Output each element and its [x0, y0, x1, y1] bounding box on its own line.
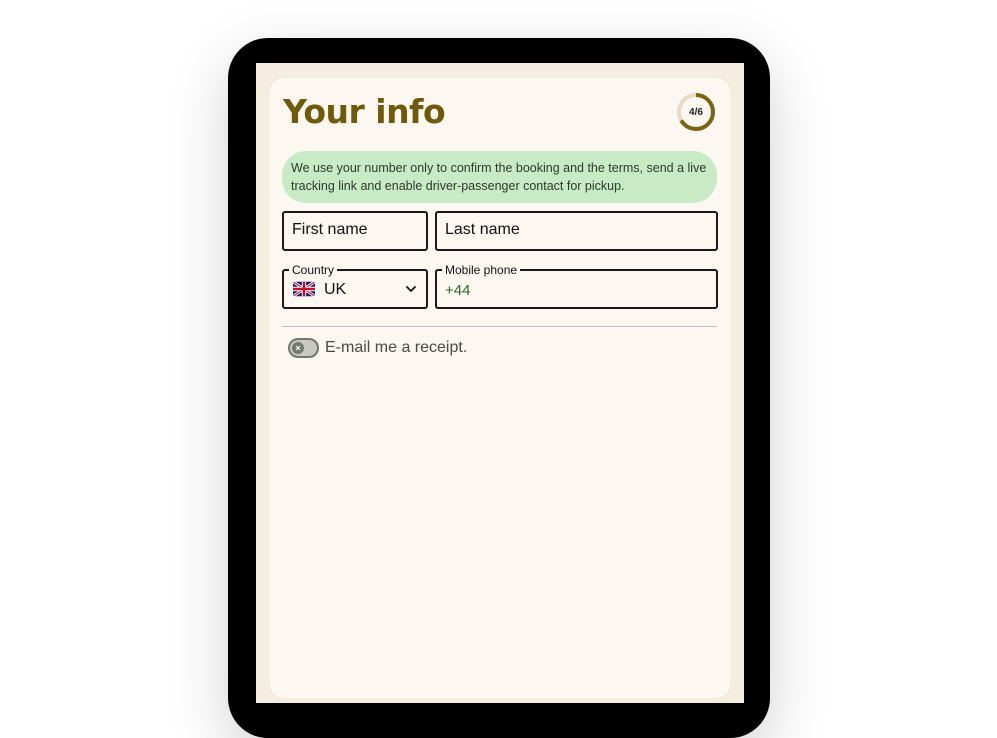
- notice-line-2: tracking link and enable driver-passenge…: [291, 179, 625, 193]
- privacy-notice: We use your number only to confirm the b…: [282, 151, 717, 203]
- first-name-field[interactable]: First name: [282, 211, 428, 251]
- country-select[interactable]: Country UK: [282, 263, 428, 309]
- mobile-phone-label: Mobile phone: [442, 263, 521, 277]
- last-name-placeholder: Last name: [445, 221, 520, 238]
- page-title: Your info: [283, 92, 446, 131]
- email-receipt-label[interactable]: E-mail me a receipt.: [325, 339, 467, 357]
- step-progress-indicator: 4/6: [676, 92, 716, 132]
- mobile-phone-value: +44: [445, 282, 471, 299]
- chevron-down-icon: [406, 286, 416, 292]
- email-receipt-toggle[interactable]: ×: [288, 338, 319, 358]
- notice-line-1: We use your number only to confirm the b…: [291, 161, 707, 175]
- last-name-field[interactable]: Last name: [435, 211, 718, 251]
- toggle-off-icon: ×: [292, 342, 304, 354]
- country-label: Country: [289, 263, 338, 277]
- section-divider: [282, 326, 717, 327]
- progress-label: 4/6: [689, 106, 703, 118]
- mobile-phone-field[interactable]: Mobile phone +44: [435, 263, 718, 309]
- country-value: UK: [324, 281, 347, 298]
- first-name-placeholder: First name: [292, 221, 368, 238]
- uk-flag-icon: [293, 281, 315, 297]
